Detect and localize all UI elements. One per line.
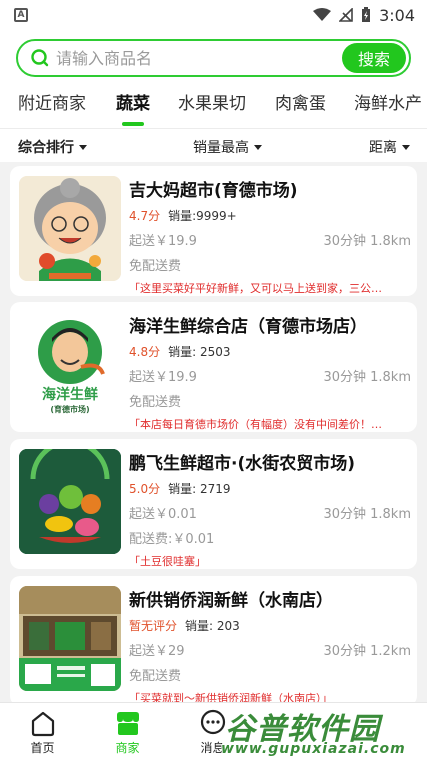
store-review: 「买菜就到～新供销侨润新鲜（水南店）」 [129,692,333,702]
tab-vegetables[interactable]: 蔬菜 [116,90,150,128]
status-bar: A 3:04 [0,0,427,30]
home-icon [31,711,54,737]
tab-nearby-stores[interactable]: 附近商家 [18,90,86,128]
store-rating: 暂无评分 [129,619,178,633]
signal-icon [339,8,353,22]
store-name[interactable]: 吉大妈超市(育德市场) [129,176,411,201]
store-card[interactable]: 吉大妈超市(育德市场) 4.7分 销量:9999+ 起送￥19.9 30分钟 1.8… [10,166,417,296]
store-review: 「本店每日育德市场价（有幅度）没有中间差价！… [129,418,382,431]
header: 搜索 附近商家 蔬菜 水果果切 肉禽蛋 海鲜水产 [0,30,427,128]
store-logo-produce [19,449,121,554]
search-input[interactable] [56,48,342,68]
tab-fruits[interactable]: 水果果切 [178,90,246,128]
store-sales: 销量:9999+ [168,209,237,223]
clock-time: 3:04 [379,5,415,25]
store-delivery-fee: 免配送费 [129,259,182,274]
sort-distance-dropdown[interactable]: 距离 [369,137,410,157]
store-rating: 4.8分 [129,345,161,359]
nav-home-label: 首页 [30,741,55,755]
caret-down-icon [402,144,410,150]
nav-stores[interactable]: 商家 [85,703,170,760]
battery-icon [361,7,371,23]
store-review: 「这里买菜好平好新鲜，又可以马上送到家，三公… [129,282,382,295]
store-icon [116,712,139,735]
search-button[interactable]: 搜索 [342,43,406,73]
store-sales: 销量: 2719 [168,482,231,496]
store-min-order: 起送￥29 [129,644,185,659]
search-bar[interactable]: 搜索 [16,39,411,77]
store-delivery-fee: 免配送费 [129,395,182,410]
store-card[interactable]: 新供销侨润新鲜（水南店） 暂无评分 销量: 203 起送￥29 30分钟 1.2km… [10,576,417,702]
store-sales: 销量: 2503 [168,345,231,359]
watermark: 谷普软件园 www.gupuxiazai.com [219,704,417,758]
sort-overall-dropdown[interactable]: 综合排行 [18,137,87,157]
store-photo-storefront [19,586,121,691]
store-rating: 5.0分 [129,482,161,496]
store-logo-seafood: 海洋生鲜 (育德市场) [19,312,121,417]
store-min-order: 起送￥0.01 [129,507,197,522]
sort-sales-dropdown[interactable]: 销量最高 [193,137,262,157]
wifi-icon [313,8,332,22]
notification-a-icon: A [14,8,28,22]
watermark-url: www.gupuxiazai.com [221,741,406,757]
nav-stores-label: 商家 [115,741,140,755]
store-review: 「土豆很哇塞」 [129,555,206,568]
store-time-distance: 30分钟 1.8km [323,234,411,249]
store-logo-grandma [19,176,121,281]
seafood-logo-title: 海洋生鲜 [42,387,98,403]
store-time-distance: 30分钟 1.8km [323,370,411,385]
category-tabs: 附近商家 蔬菜 水果果切 肉禽蛋 海鲜水产 [0,90,427,128]
sort-sales-label: 销量最高 [193,140,249,156]
store-card[interactable]: 鹏飞生鲜超市·(水街农贸市场) 5.0分 销量: 2719 起送￥0.01 30分钟… [10,439,417,569]
store-sales: 销量: 203 [185,619,240,633]
nav-home[interactable]: 首页 [0,703,85,760]
store-delivery-fee: 配送费:￥0.01 [129,532,215,547]
filter-bar: 综合排行 销量最高 距离 [0,128,427,162]
store-name[interactable]: 鹏飞生鲜超市·(水街农贸市场) [129,449,411,474]
search-icon [31,49,49,67]
store-rating: 4.7分 [129,209,161,223]
tab-meat-eggs[interactable]: 肉禽蛋 [275,90,326,128]
store-min-order: 起送￥19.9 [129,234,197,249]
store-time-distance: 30分钟 1.2km [323,644,411,659]
store-name[interactable]: 海洋生鲜综合店（育德市场店） [129,312,411,337]
seafood-logo-subtitle: (育德市场) [50,405,90,414]
store-name[interactable]: 新供销侨润新鲜（水南店） [129,586,411,611]
caret-down-icon [79,144,87,150]
store-delivery-fee: 免配送费 [129,669,182,684]
store-min-order: 起送￥19.9 [129,370,197,385]
store-card[interactable]: 海洋生鲜 (育德市场) 海洋生鲜综合店（育德市场店） 4.8分 销量: 2503 … [10,302,417,432]
caret-down-icon [254,144,262,150]
sort-distance-label: 距离 [369,140,397,156]
tab-seafood[interactable]: 海鲜水产 [354,90,427,128]
store-time-distance: 30分钟 1.8km [323,507,411,522]
sort-overall-label: 综合排行 [18,140,74,156]
store-list[interactable]: 吉大妈超市(育德市场) 4.7分 销量:9999+ 起送￥19.9 30分钟 1.8… [0,162,427,702]
